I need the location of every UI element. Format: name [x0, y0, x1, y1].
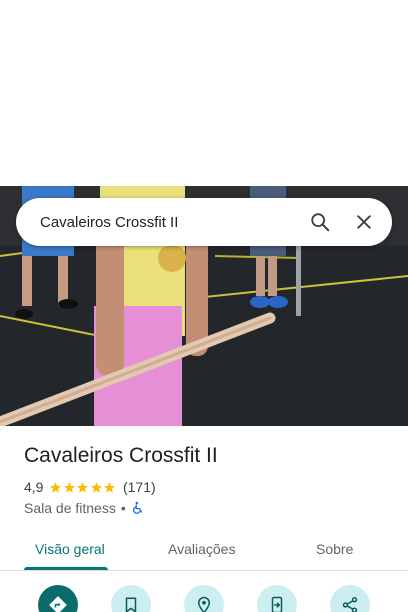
star-icon — [77, 481, 89, 493]
rating-row[interactable]: 4,9 (171) — [24, 478, 156, 496]
directions-button[interactable] — [38, 585, 78, 612]
star-icon — [104, 481, 116, 493]
nearby-pin-icon — [197, 596, 211, 612]
search-bar[interactable]: Cavaleiros Crossfit II — [16, 198, 392, 246]
save-button[interactable] — [111, 585, 151, 612]
directions-icon — [49, 596, 67, 612]
tab-reviews[interactable]: Avaliações — [168, 527, 235, 571]
tab-about[interactable]: Sobre — [316, 527, 353, 571]
rating-stars — [49, 481, 117, 494]
star-icon — [91, 481, 102, 493]
tab-overview[interactable]: Visão geral — [35, 527, 105, 571]
separator-dot: • — [120, 500, 126, 516]
action-buttons — [0, 585, 408, 612]
star-icon — [50, 481, 62, 493]
star-icon — [64, 481, 75, 493]
rating-value: 4,9 — [24, 479, 44, 495]
share-icon — [342, 597, 358, 612]
active-tab-indicator — [24, 567, 108, 570]
close-icon[interactable] — [342, 200, 386, 244]
tab-bar: Visão geral Avaliações Sobre — [0, 527, 408, 571]
share-button[interactable] — [330, 585, 370, 612]
category-row: Sala de fitness • — [24, 499, 145, 517]
search-input[interactable]: Cavaleiros Crossfit II — [40, 214, 298, 231]
send-to-phone-icon — [271, 596, 283, 612]
wheelchair-accessible-icon — [132, 501, 142, 514]
search-icon[interactable] — [298, 200, 342, 244]
place-title: Cavaleiros Crossfit II — [24, 444, 218, 467]
nearby-button[interactable] — [184, 585, 224, 612]
bookmark-icon — [125, 597, 137, 612]
send-to-phone-button[interactable] — [257, 585, 297, 612]
map-empty-area — [0, 0, 408, 186]
review-count[interactable]: (171) — [123, 479, 156, 495]
place-category: Sala de fitness — [24, 500, 116, 516]
